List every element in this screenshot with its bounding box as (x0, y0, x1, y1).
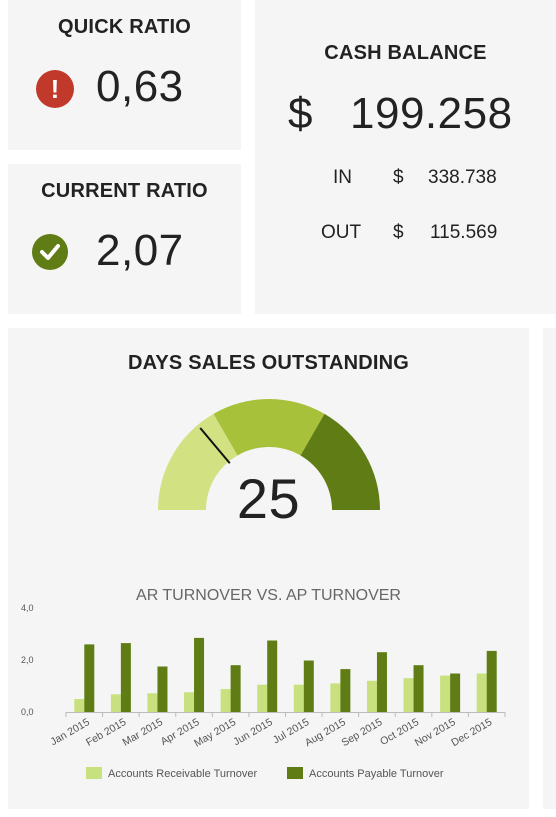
bar-ar (257, 684, 268, 712)
x-tick-label: Jan 2015 (48, 716, 92, 748)
cash-out-currency: $ (393, 222, 404, 243)
bar-ar (220, 689, 231, 712)
bar-ap (194, 637, 205, 712)
bar-ap (267, 640, 278, 712)
quick-ratio-card: QUICK RATIO ! 0,63 (8, 0, 241, 150)
exclamation-icon: ! (36, 70, 74, 108)
ar-ap-bar-chart: 0,02,04,0Jan 2015Feb 2015Mar 2015Apr 201… (21, 603, 506, 780)
current-ratio-card: CURRENT RATIO 2,07 (8, 164, 241, 314)
bar-ap (303, 660, 314, 712)
legend-swatch-ap (287, 767, 303, 779)
bar-ar (330, 683, 341, 712)
cash-out-label: OUT (321, 222, 362, 243)
x-tick-label: Mar 2015 (121, 716, 166, 749)
x-tick-label: May 2015 (192, 716, 238, 750)
cash-balance-title: CASH BALANCE (324, 42, 487, 64)
bar-ar (476, 673, 487, 712)
cash-out-value: 115.569 (430, 222, 498, 243)
dso-value: 25 (236, 467, 301, 530)
y-tick-label: 0,0 (21, 707, 34, 717)
cash-balance-card: CASH BALANCE $ 199.258 IN $ 338.738 OUT … (255, 0, 556, 314)
cash-in-currency: $ (393, 167, 404, 188)
quick-ratio-value: 0,63 (96, 62, 184, 111)
x-tick-label: Aug 2015 (303, 716, 348, 749)
x-tick-label: Dec 2015 (449, 716, 494, 749)
dso-card: DAYS SALES OUTSTANDING 25 AR TURNOVER VS… (8, 328, 529, 809)
bar-ar (366, 680, 377, 712)
cash-balance-currency: $ (288, 89, 313, 138)
bar-ap (120, 643, 131, 712)
cash-in-label: IN (333, 167, 352, 188)
bar-ap (230, 665, 241, 712)
y-tick-label: 4,0 (21, 603, 34, 613)
bar-ar (147, 693, 158, 712)
next-card-edge (543, 328, 556, 809)
bar-ap (413, 665, 424, 712)
bar-ap (450, 673, 461, 712)
dso-title: DAYS SALES OUTSTANDING (127, 352, 410, 374)
legend-swatch-ar (86, 767, 102, 779)
x-tick-label: Jun 2015 (231, 716, 275, 748)
cash-in-value: 338.738 (428, 167, 497, 188)
x-tick-label: Sep 2015 (340, 716, 385, 749)
bar-ar (293, 684, 304, 712)
quick-ratio-title: QUICK RATIO (58, 16, 191, 38)
bar-ap (157, 666, 168, 712)
y-tick-label: 2,0 (21, 655, 34, 665)
bar-ar (184, 692, 195, 712)
bar-ar (440, 675, 451, 712)
x-tick-label: Feb 2015 (84, 716, 129, 749)
bar-ap (340, 669, 351, 712)
current-ratio-title: CURRENT RATIO (41, 180, 208, 202)
cash-balance-value: 199.258 (350, 89, 513, 138)
legend-label-ap: Accounts Payable Turnover (309, 768, 444, 780)
x-tick-label: Nov 2015 (413, 716, 458, 749)
bar-ap (376, 652, 387, 712)
bar-ar (110, 694, 121, 712)
bar-ap (486, 650, 497, 712)
bar-ap (84, 644, 95, 712)
checkmark-icon (32, 234, 68, 270)
current-ratio-value: 2,07 (96, 226, 184, 275)
legend-label-ar: Accounts Receivable Turnover (108, 768, 258, 780)
bar-ar (403, 678, 414, 712)
bar-ar (74, 699, 85, 712)
